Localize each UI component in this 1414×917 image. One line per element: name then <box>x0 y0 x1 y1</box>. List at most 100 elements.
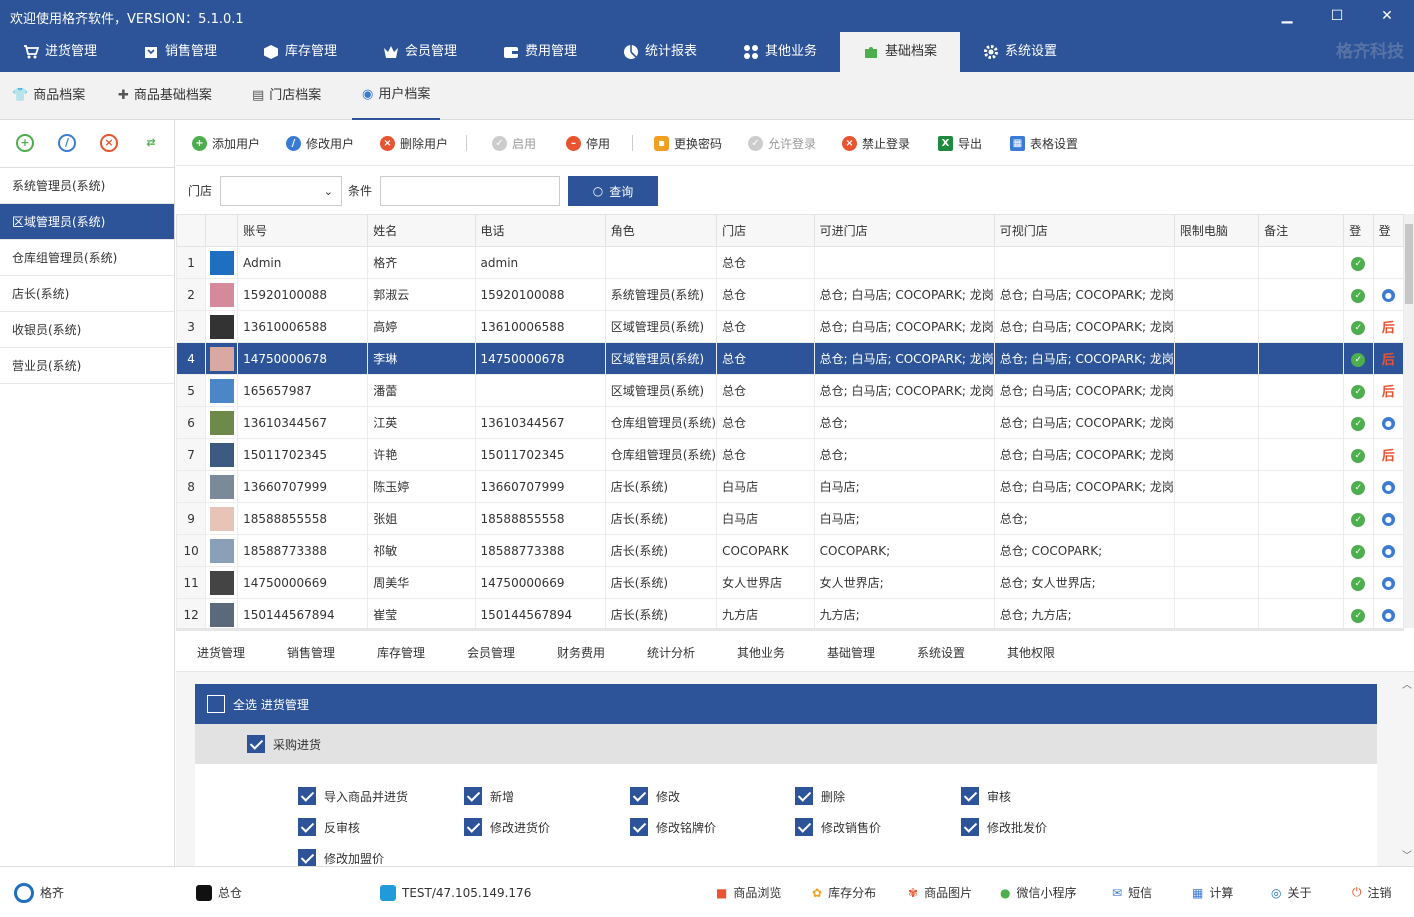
table-row[interactable]: 1 Admin 格齐 admin 总仓 ✓ <box>176 246 1404 279</box>
role-item[interactable]: 营业员(系统) <box>0 348 174 384</box>
table-row[interactable]: 2 15920100088 郭淑云 15920100088 系统管理员(系统) 总仓 总仓;… <box>176 278 1404 311</box>
forbid-login-button[interactable]: × 禁止登录 <box>842 120 910 166</box>
table-row[interactable]: 6 13610344567 江英 13610344567 仓库组管理员(系统) 总仓 总仓;… <box>176 406 1404 439</box>
col-store[interactable]: 门店 <box>716 214 815 247</box>
calculator-link[interactable]: ▦ 计算 <box>1192 867 1233 917</box>
about-link[interactable]: ◎ 关于 <box>1271 867 1312 917</box>
maximize-button[interactable]: ☐ <box>1322 4 1352 28</box>
perm-tab[interactable]: 统计分析 <box>647 644 695 661</box>
perm-item[interactable]: 修改 <box>630 787 680 805</box>
nav-report[interactable]: 统计报表 <box>600 32 720 72</box>
role-item[interactable]: 系统管理员(系统) <box>0 168 174 204</box>
role-item[interactable]: 区域管理员(系统) <box>0 204 174 240</box>
perm-tab[interactable]: 其他权限 <box>1007 644 1055 661</box>
col-name[interactable]: 姓名 <box>367 214 476 247</box>
col-phone[interactable]: 电话 <box>474 214 606 247</box>
select-all-row[interactable]: 全选 进货管理 <box>195 684 1377 724</box>
perm-checkbox[interactable] <box>795 818 813 836</box>
sms-link[interactable]: ✉ 短信 <box>1112 867 1152 917</box>
nav-purchase[interactable]: 进货管理 <box>0 32 120 72</box>
perm-checkbox[interactable] <box>298 787 316 805</box>
stock-distribution-link[interactable]: ✿ 库存分布 <box>812 867 876 917</box>
delete-user-button[interactable]: × 删除用户 <box>380 120 448 166</box>
role-item[interactable]: 仓库组管理员(系统) <box>0 240 174 276</box>
nav-stock[interactable]: 库存管理 <box>240 32 360 72</box>
change-password-button[interactable]: ▪ 更换密码 <box>654 120 722 166</box>
tab-goods-basic[interactable]: ✚ 商品基础档案 <box>118 72 212 120</box>
perm-tab[interactable]: 会员管理 <box>467 644 515 661</box>
perm-item[interactable]: 修改批发价 <box>961 818 1047 836</box>
perm-item[interactable]: 修改铭牌价 <box>630 818 716 836</box>
group-row[interactable]: 采购进货 <box>195 724 1377 764</box>
perm-item[interactable]: 审核 <box>961 787 1011 805</box>
perm-checkbox[interactable] <box>298 849 316 867</box>
table-row[interactable]: 7 15011702345 许艳 15011702345 仓库组管理员(系统) 总仓 总仓;… <box>176 438 1404 471</box>
table-settings-button[interactable]: ▦ 表格设置 <box>1010 120 1078 166</box>
table-row[interactable]: 3 13610006588 高婷 13610006588 区域管理员(系统) 总仓 总仓; … <box>176 310 1404 343</box>
enable-button[interactable]: ✓ 启用 <box>492 120 536 166</box>
col-limit-pc[interactable]: 限制电脑 <box>1173 214 1260 247</box>
export-button[interactable]: X 导出 <box>938 120 982 166</box>
col-login-status[interactable]: 登 <box>1343 214 1374 247</box>
perm-checkbox[interactable] <box>630 818 648 836</box>
perm-tab[interactable]: 系统设置 <box>917 644 965 661</box>
nav-other[interactable]: 其他业务 <box>720 32 840 72</box>
perm-item[interactable]: 删除 <box>795 787 845 805</box>
wechat-link[interactable]: ● 微信小程序 <box>1000 867 1077 917</box>
goods-images-link[interactable]: ✾ 商品图片 <box>908 867 972 917</box>
perm-checkbox[interactable] <box>961 818 979 836</box>
table-row[interactable]: 4 14750000678 李琳 14750000678 区域管理员(系统) 总仓 总仓; … <box>176 342 1404 375</box>
table-row[interactable]: 12 150144567894 崔莹 150144567894 店长(系统) 九方店 九方店… <box>176 598 1404 628</box>
add-icon[interactable]: + <box>16 134 34 152</box>
permission-scrollbar[interactable]: ︿ ﹀ <box>1400 672 1414 866</box>
scroll-thumb[interactable] <box>1405 224 1413 304</box>
perm-tab[interactable]: 基础管理 <box>827 644 875 661</box>
perm-item[interactable]: 新增 <box>464 787 514 805</box>
perm-item[interactable]: 反审核 <box>298 818 360 836</box>
disable-button[interactable]: – 停用 <box>566 120 610 166</box>
tab-store[interactable]: ▤ 门店档案 <box>252 72 321 120</box>
perm-checkbox[interactable] <box>464 787 482 805</box>
col-enter-stores[interactable]: 可进门店 <box>813 214 995 247</box>
perm-item[interactable]: 修改销售价 <box>795 818 881 836</box>
nav-settings[interactable]: 系统设置 <box>960 32 1080 72</box>
table-hscrollbar[interactable] <box>176 628 1404 631</box>
perm-checkbox[interactable] <box>298 818 316 836</box>
table-row[interactable]: 8 13660707999 陈玉婷 13660707999 店长(系统) 白马店 白马店; 总… <box>176 470 1404 503</box>
nav-sales[interactable]: 销售管理 <box>120 32 240 72</box>
delete-icon[interactable]: × <box>100 134 118 152</box>
table-row[interactable]: 5 165657987 潘蕾 区域管理员(系统) 总仓 总仓; 白马店; COCOPARK… <box>176 374 1404 407</box>
query-button[interactable]: ○ 查询 <box>568 176 658 206</box>
chevron-down-icon[interactable]: ﹀ <box>1400 847 1414 862</box>
table-row[interactable]: 9 18588855558 张姐 18588855558 店长(系统) 白马店 白马店; 总仓… <box>176 502 1404 535</box>
perm-tab[interactable]: 财务费用 <box>557 644 605 661</box>
edit-user-button[interactable]: / 修改用户 <box>286 120 354 166</box>
chevron-up-icon[interactable]: ︿ <box>1400 676 1414 691</box>
perm-checkbox[interactable] <box>630 787 648 805</box>
perm-tab[interactable]: 进货管理 <box>197 644 245 661</box>
table-row[interactable]: 11 14750000669 周美华 14750000669 店长(系统) 女人世界店 女人… <box>176 566 1404 599</box>
col-note[interactable]: 备注 <box>1258 214 1345 247</box>
role-item[interactable]: 收银员(系统) <box>0 312 174 348</box>
goods-browse-link[interactable]: ■ 商品浏览 <box>716 867 781 917</box>
perm-tab[interactable]: 销售管理 <box>287 644 335 661</box>
refresh-icon[interactable]: ⇄ <box>142 134 160 152</box>
logout-link[interactable]: ⏻ 注销 <box>1352 867 1392 917</box>
nav-basic[interactable]: 基础档案 <box>840 32 960 72</box>
table-scrollbar[interactable] <box>1404 214 1414 628</box>
perm-checkbox[interactable] <box>961 787 979 805</box>
perm-item[interactable]: 导入商品并进货 <box>298 787 408 805</box>
col-account[interactable]: 账号 <box>237 214 369 247</box>
tab-goods[interactable]: 👕 商品档案 <box>12 72 85 120</box>
table-row[interactable]: 10 18588773388 祁敏 18588773388 店长(系统) COCOPARK… <box>176 534 1404 567</box>
perm-tab[interactable]: 其他业务 <box>737 644 785 661</box>
col-role[interactable]: 角色 <box>604 214 718 247</box>
add-user-button[interactable]: + 添加用户 <box>192 120 260 166</box>
perm-checkbox[interactable] <box>795 787 813 805</box>
col-view-stores[interactable]: 可视门店 <box>993 214 1175 247</box>
condition-input[interactable] <box>380 176 560 206</box>
group-checkbox[interactable] <box>247 735 265 753</box>
edit-icon[interactable]: / <box>58 134 76 152</box>
perm-checkbox[interactable] <box>464 818 482 836</box>
nav-expense[interactable]: 费用管理 <box>480 32 600 72</box>
